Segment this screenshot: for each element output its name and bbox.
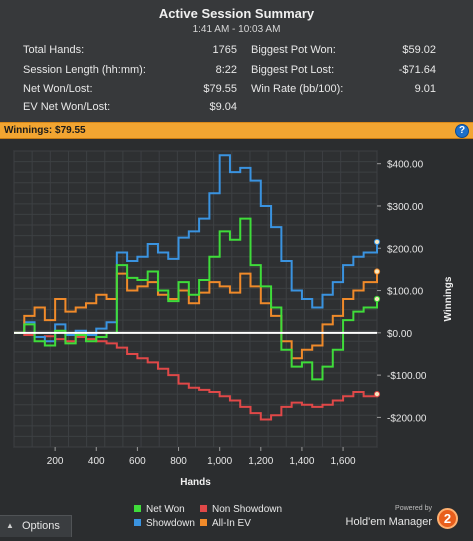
stat-value: 9.01 [414,83,436,95]
x-tick-label: 1,000 [207,456,232,467]
stat-value: 1765 [212,44,237,56]
x-tick-label: 600 [129,456,146,467]
winnings-label: Winnings: $79.55 [4,125,86,136]
x-tick-label: 200 [47,456,64,467]
y-tick-label: $300.00 [387,202,424,213]
y-tick-label: $200.00 [387,244,424,255]
legend-item-all-in-ev: All-In EV [200,518,251,529]
winnings-chart: $400.00 $300.00 $200.00 $100.00 $0.00 -$100.0… [13,150,454,488]
chart-legend: Net Won Non Showdown Showdown All-In EV [134,504,314,534]
legend-label-net-won: Net Won [146,504,185,515]
help-icon[interactable]: ? [455,124,469,138]
x-axis-label: Hands [180,477,211,488]
y-tick-label: $400.00 [387,160,424,171]
stat-label: Net Won/Lost: [23,83,93,95]
options-label: Options [22,520,60,532]
series-endpoint-non-showdown [373,391,381,398]
legend-item-non-showdown: Non Showdown [200,504,282,515]
powered-by-text: Powered by [395,505,432,512]
y-axis-label: Winnings [443,276,454,321]
stat-label: Biggest Pot Won: [251,44,336,56]
summary-time-range: 1:41 AM - 10:03 AM [192,24,281,35]
series-endpoint-showdown [373,238,381,246]
y-tick-label: $100.00 [387,287,424,298]
legend-label-non-showdown: Non Showdown [212,504,283,515]
y-tick-label: $0.00 [387,329,412,340]
stat-label: Session Length (hh:mm): [23,64,146,76]
stat-value: 8:22 [215,64,237,76]
legend-label-showdown: Showdown [146,518,195,529]
series-endpoint-all-in-ev [373,268,381,275]
winnings-chart-area: $400.00 $300.00 $200.00 $100.00 $0.00 -$100.0… [0,139,473,541]
legend-swatch-showdown [134,519,141,526]
summary-title: Active Session Summary [158,6,315,21]
winnings-bar: Winnings: $79.55 ? [0,122,473,139]
stat-value: $59.02 [402,44,436,56]
stat-value: -$71.64 [398,64,436,76]
stat-label: Win Rate (bb/100): [251,83,344,95]
x-tick-label: 1,600 [331,456,356,467]
x-tick-label: 400 [88,456,105,467]
legend-item-net-won: Net Won [134,504,185,515]
stat-label: Total Hands: [23,44,85,56]
legend-item-showdown: Showdown [134,518,195,529]
x-tick-label: 800 [170,456,187,467]
stat-label: EV Net Won/Lost: [23,101,111,113]
legend-swatch-all-in-ev [200,519,207,526]
stat-label: Biggest Pot Lost: [251,64,335,76]
y-tick-label: -$100.00 [387,371,427,382]
x-tick-label: 1,400 [289,456,314,467]
x-tick-label: 1,200 [248,456,273,467]
branding: Powered by Hold'em Manager 2 [336,503,466,533]
session-summary-panel: Active Session Summary 1:41 AM - 10:03 A… [0,0,473,122]
stat-value: $9.04 [209,101,237,113]
y-tick-label: -$200.00 [387,413,427,424]
options-button[interactable]: ▲ Options [0,515,72,537]
hm2-logo-icon: 2 [437,508,458,529]
legend-swatch-net-won [134,505,141,512]
caret-up-icon: ▲ [6,521,14,530]
legend-swatch-non-showdown [200,505,207,512]
legend-label-all-in-ev: All-In EV [212,518,251,529]
stat-value: $79.55 [203,83,237,95]
series-endpoint-net-won [373,295,381,303]
product-name: Hold'em Manager [345,516,432,528]
